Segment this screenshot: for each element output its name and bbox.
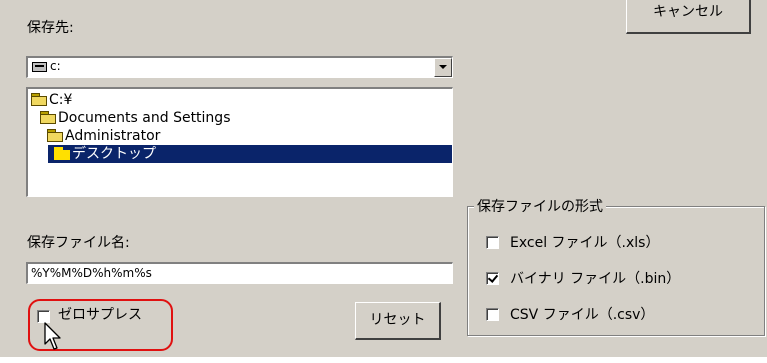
tree-item-label: Administrator [65, 128, 161, 144]
excel-option-label[interactable]: Excel ファイル（.xls） [510, 232, 659, 252]
binary-option-label[interactable]: バイナリ ファイル（.bin） [510, 268, 680, 288]
cancel-button[interactable]: キャンセル [626, 0, 751, 34]
csv-option-label[interactable]: CSV ファイル（.csv） [510, 304, 654, 324]
tree-item-root[interactable]: C:¥ [31, 91, 72, 109]
drive-combo-value: c: [50, 59, 61, 73]
binary-checkbox[interactable] [486, 272, 499, 285]
tree-item-desktop[interactable]: デスクトップ [48, 145, 452, 163]
tree-item-administrator[interactable]: Administrator [47, 127, 160, 145]
format-group-title: 保存ファイルの形式 [474, 196, 606, 216]
open-folder-icon [40, 111, 56, 124]
file-name-label: 保存ファイル名: [27, 235, 130, 251]
tree-item-label: デスクトップ [72, 146, 156, 162]
csv-checkbox[interactable] [486, 308, 499, 321]
dropdown-arrow-icon[interactable] [434, 58, 452, 77]
tree-item-label: C:¥ [49, 92, 73, 108]
folder-tree[interactable]: C:¥ Documents and Settings Administrator… [26, 87, 453, 197]
save-location-label: 保存先: [27, 20, 74, 36]
folder-icon [54, 147, 70, 160]
tree-item-label: Documents and Settings [58, 110, 231, 126]
open-folder-icon [31, 93, 47, 106]
tree-item-documents[interactable]: Documents and Settings [40, 109, 230, 127]
drive-icon [32, 62, 47, 72]
open-folder-icon [47, 129, 63, 142]
bottom-edge [0, 357, 767, 363]
excel-checkbox[interactable] [486, 236, 499, 249]
save-dialog: 保存先: キャンセル c: C:¥ Documents and Settings… [0, 0, 767, 363]
file-name-input[interactable]: %Y%M%D%h%m%s [26, 262, 453, 284]
mouse-cursor-icon [44, 322, 61, 350]
drive-combo[interactable]: c: [26, 56, 453, 78]
reset-button[interactable]: リセット [355, 302, 441, 340]
